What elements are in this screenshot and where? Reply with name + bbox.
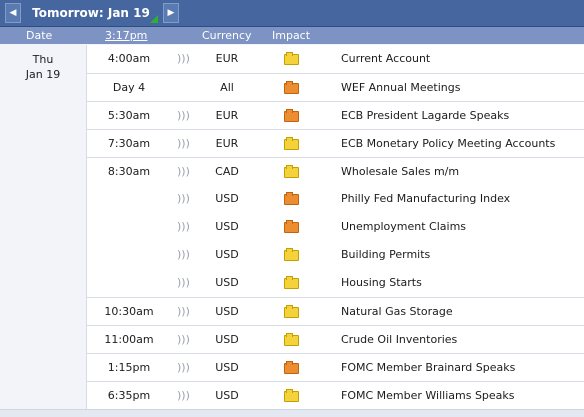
event-title[interactable]: WEF Annual Meetings bbox=[341, 74, 460, 102]
sound-alert-icon[interactable]: ))) bbox=[177, 354, 190, 382]
calendar-nav-bar: ◀ Tomorrow: Jan 19 ▶ bbox=[0, 0, 584, 27]
column-header-row: Date 3:17pm Currency Impact bbox=[0, 27, 584, 44]
event-currency: USD bbox=[215, 248, 239, 261]
event-currency: USD bbox=[215, 192, 239, 205]
impact-folder-icon[interactable] bbox=[284, 248, 299, 261]
event-time: 10:30am bbox=[104, 305, 154, 318]
event-row[interactable]: ))) USD Philly Fed Manufacturing Index bbox=[87, 185, 584, 213]
event-row[interactable]: 6:35pm))) USD FOMC Member Williams Speaks bbox=[87, 381, 584, 410]
event-title[interactable]: Natural Gas Storage bbox=[341, 298, 453, 326]
event-row[interactable]: 4:00am))) EUR Current Account bbox=[87, 45, 584, 73]
impact-folder-icon[interactable] bbox=[284, 389, 299, 402]
sound-alert-icon[interactable]: ))) bbox=[177, 158, 190, 186]
sound-alert-icon[interactable]: ))) bbox=[177, 185, 190, 213]
event-row[interactable]: 10:30am))) USD Natural Gas Storage bbox=[87, 297, 584, 326]
sound-alert-icon[interactable]: ))) bbox=[177, 102, 190, 130]
event-title[interactable]: ECB President Lagarde Speaks bbox=[341, 102, 509, 130]
impact-folder-icon[interactable] bbox=[284, 276, 299, 289]
event-time: 6:35pm bbox=[107, 389, 151, 402]
event-row[interactable]: 8:30am))) CAD Wholesale Sales m/m bbox=[87, 157, 584, 186]
event-row[interactable]: ))) USD Building Permits bbox=[87, 241, 584, 269]
event-currency: EUR bbox=[215, 52, 239, 65]
sound-alert-icon[interactable]: ))) bbox=[177, 130, 190, 158]
previous-day-button[interactable]: ◀ bbox=[5, 3, 21, 23]
event-title[interactable]: Building Permits bbox=[341, 241, 430, 269]
impact-folder-icon[interactable] bbox=[284, 52, 299, 65]
event-time: 1:15pm bbox=[107, 361, 151, 374]
calendar-day-title: Tomorrow: Jan 19 bbox=[32, 6, 150, 20]
event-row[interactable]: ))) USD Unemployment Claims bbox=[87, 213, 584, 241]
event-time: 7:30am bbox=[107, 137, 151, 150]
current-time-link[interactable]: 3:17pm bbox=[105, 27, 147, 44]
event-row[interactable]: 5:30am))) EUR ECB President Lagarde Speaks bbox=[87, 101, 584, 130]
next-day-button[interactable]: ▶ bbox=[163, 3, 179, 23]
event-time: Day 4 bbox=[112, 81, 146, 94]
event-currency: USD bbox=[215, 333, 239, 346]
column-header-currency: Currency bbox=[202, 29, 252, 42]
event-row[interactable]: ))) USD Housing Starts bbox=[87, 269, 584, 297]
column-header-date: Date bbox=[26, 29, 53, 42]
event-title[interactable]: Wholesale Sales m/m bbox=[341, 158, 459, 186]
impact-folder-icon[interactable] bbox=[284, 81, 299, 94]
event-title[interactable]: Crude Oil Inventories bbox=[341, 326, 457, 354]
event-currency: USD bbox=[215, 389, 239, 402]
event-title[interactable]: ECB Monetary Policy Meeting Accounts bbox=[341, 130, 555, 158]
date-day: Jan 19 bbox=[25, 68, 61, 81]
sound-alert-icon[interactable]: ))) bbox=[177, 213, 190, 241]
event-title[interactable]: Current Account bbox=[341, 45, 430, 73]
impact-folder-icon[interactable] bbox=[284, 361, 299, 374]
event-currency: EUR bbox=[215, 109, 239, 122]
event-row[interactable]: Day 4 All WEF Annual Meetings bbox=[87, 73, 584, 102]
sound-alert-icon[interactable]: ))) bbox=[177, 298, 190, 326]
event-title[interactable]: FOMC Member Williams Speaks bbox=[341, 382, 515, 410]
event-row[interactable]: 1:15pm))) USD FOMC Member Brainard Speaks bbox=[87, 353, 584, 382]
event-title[interactable]: Philly Fed Manufacturing Index bbox=[341, 185, 510, 213]
event-time: 8:30am bbox=[107, 165, 151, 178]
sound-alert-icon[interactable]: ))) bbox=[177, 45, 190, 73]
today-marker-icon bbox=[150, 15, 158, 23]
event-title[interactable]: Unemployment Claims bbox=[341, 213, 466, 241]
event-row[interactable]: 7:30am))) EUR ECB Monetary Policy Meeting … bbox=[87, 129, 584, 158]
impact-folder-icon[interactable] bbox=[284, 137, 299, 150]
event-title[interactable]: FOMC Member Brainard Speaks bbox=[341, 354, 515, 382]
date-cell: Thu Jan 19 bbox=[0, 45, 87, 409]
impact-folder-icon[interactable] bbox=[284, 220, 299, 233]
impact-folder-icon[interactable] bbox=[284, 192, 299, 205]
impact-folder-icon[interactable] bbox=[284, 165, 299, 178]
column-header-impact: Impact bbox=[272, 29, 311, 42]
event-time: 11:00am bbox=[104, 333, 154, 346]
sound-alert-icon[interactable]: ))) bbox=[177, 269, 190, 297]
date-weekday: Thu bbox=[32, 53, 54, 66]
event-title[interactable]: Housing Starts bbox=[341, 269, 422, 297]
sound-alert-icon[interactable]: ))) bbox=[177, 241, 190, 269]
event-currency: USD bbox=[215, 361, 239, 374]
sound-alert-icon[interactable]: ))) bbox=[177, 326, 190, 354]
impact-folder-icon[interactable] bbox=[284, 109, 299, 122]
event-currency: USD bbox=[215, 276, 239, 289]
event-currency: CAD bbox=[215, 165, 239, 178]
event-time: 4:00am bbox=[107, 52, 151, 65]
event-row[interactable]: 11:00am))) USD Crude Oil Inventories bbox=[87, 325, 584, 354]
event-currency: EUR bbox=[215, 137, 239, 150]
event-time: 5:30am bbox=[107, 109, 151, 122]
event-currency: All bbox=[220, 81, 234, 94]
sound-alert-icon[interactable]: ))) bbox=[177, 382, 190, 410]
impact-folder-icon[interactable] bbox=[284, 305, 299, 318]
impact-folder-icon[interactable] bbox=[284, 333, 299, 346]
event-currency: USD bbox=[215, 305, 239, 318]
event-currency: USD bbox=[215, 220, 239, 233]
